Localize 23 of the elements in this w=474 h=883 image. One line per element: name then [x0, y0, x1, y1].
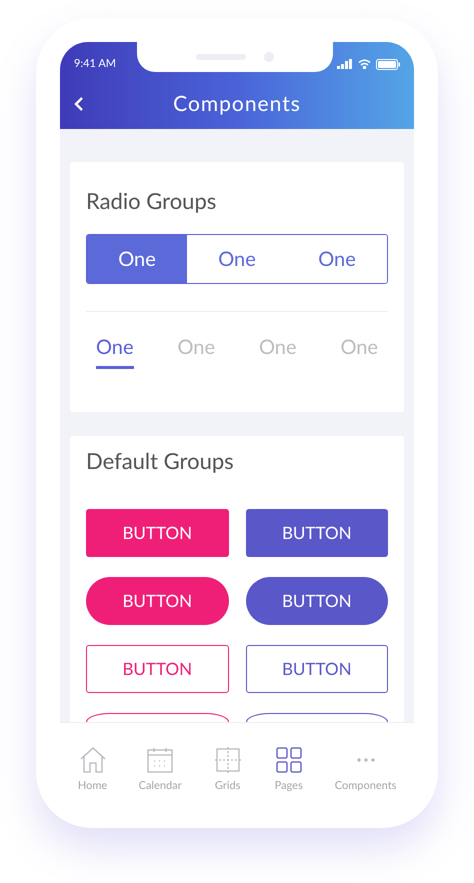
header-title: Components	[173, 90, 301, 118]
pill-button[interactable]: BUTTON	[86, 577, 228, 625]
status-time: 9:41 AM	[74, 56, 116, 72]
signal-icon	[337, 59, 353, 69]
card-title: Default Groups	[86, 448, 235, 474]
tab[interactable]: One	[96, 332, 134, 369]
pill-button-edge[interactable]	[246, 713, 388, 722]
tab-bar-item[interactable]: Pages	[274, 745, 304, 794]
wifi-icon	[358, 59, 371, 69]
tab-bar-item[interactable]: Grids	[212, 745, 243, 794]
back-icon[interactable]	[74, 96, 84, 112]
tab-bar-item[interactable]: Home	[78, 745, 108, 794]
button[interactable]: BUTTON	[246, 509, 388, 557]
button[interactable]: BUTTON	[246, 645, 388, 693]
card-title: Radio Groups	[86, 188, 218, 214]
tab-bar-item[interactable]: Calendar	[138, 745, 182, 794]
segment[interactable]: One	[87, 235, 187, 283]
pill-button[interactable]: BUTTON	[246, 577, 388, 625]
pill-button-edge[interactable]	[86, 713, 228, 722]
button[interactable]: BUTTON	[86, 645, 228, 693]
button[interactable]: BUTTON	[86, 509, 228, 557]
battery-icon	[376, 58, 400, 70]
tab-bar-item[interactable]: Components	[334, 745, 396, 794]
